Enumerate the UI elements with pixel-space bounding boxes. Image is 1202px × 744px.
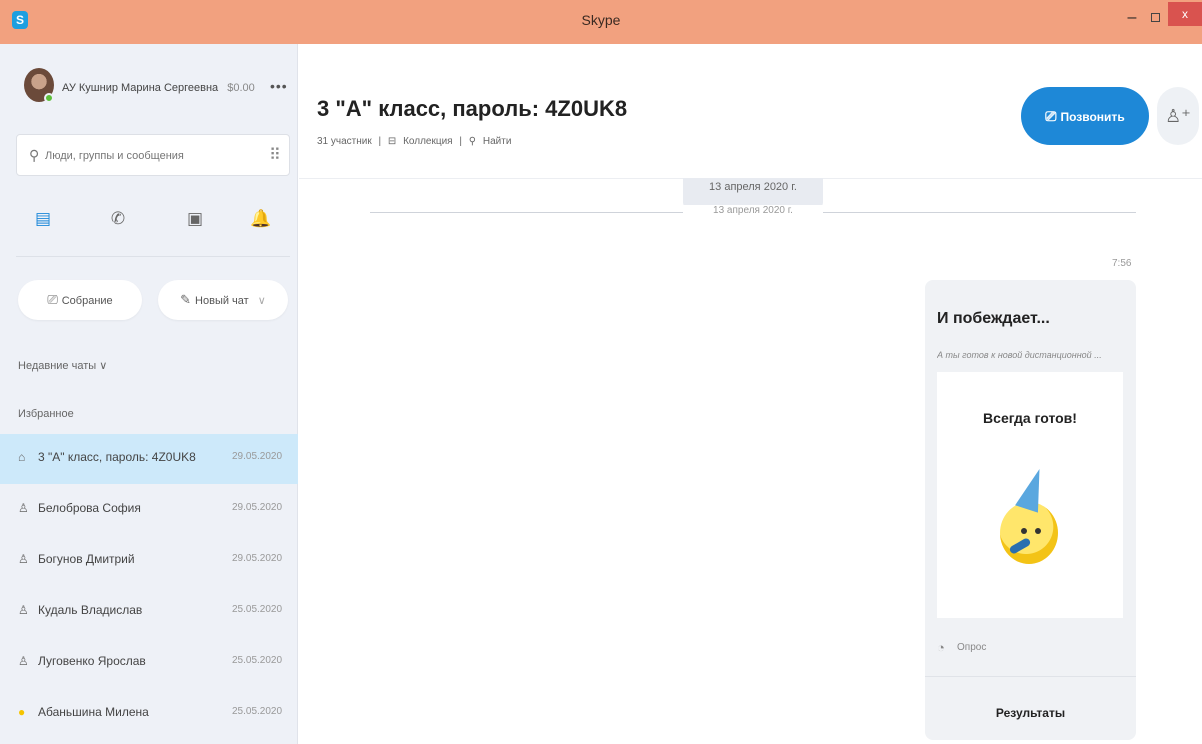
date-badge-text: 13 апреля 2020 г. — [709, 181, 797, 193]
favorites-header: Избранное — [18, 408, 74, 420]
chat-name: Богунов Дмитрий — [38, 552, 135, 566]
search-box[interactable]: ⚲ ⠿ — [16, 134, 290, 176]
minimize-button[interactable]: – — [1124, 8, 1140, 28]
poll-winning-option: Всегда готов! — [983, 410, 1077, 426]
message-timestamp: 7:56 — [1112, 258, 1132, 269]
person-icon: ♙ — [18, 654, 29, 668]
chat-date: 29.05.2020 — [232, 502, 283, 513]
poll-title: И побеждает... — [937, 310, 1050, 327]
party-hat-icon — [1015, 465, 1051, 513]
chat-date: 25.05.2020 — [232, 604, 283, 615]
sidebar: АУ Кушнир Марина Сергеевна $0.00 ••• ⚲ ⠿… — [0, 44, 298, 744]
search-input[interactable] — [45, 146, 245, 166]
chat-name: Белоброва София — [38, 501, 141, 515]
new-chat-button[interactable]: ✎ Новый чат ∨ — [158, 280, 288, 320]
poll-card[interactable]: И побеждает... А ты готов к новой дистан… — [925, 280, 1136, 740]
list-item[interactable]: ♙ Богунов Дмитрий 29.05.2020 — [0, 536, 298, 586]
compose-icon: ✎ — [180, 292, 192, 307]
meeting-button[interactable]: ⎚ Собрание — [18, 280, 142, 320]
page-title[interactable]: 3 "А" класс, пароль: 4Z0UK8 — [317, 96, 627, 122]
results-button[interactable]: Результаты — [925, 706, 1136, 720]
chat-date: 29.05.2020 — [232, 451, 283, 462]
list-item[interactable]: ♙ Луговенко Ярослав 25.05.2020 — [0, 638, 298, 688]
profile-name-text: АУ Кушнир Марина Сергеевна — [62, 82, 219, 94]
list-item[interactable]: ⌂ 3 "А" класс, пароль: 4Z0UK8 29.05.2020 — [0, 434, 298, 484]
meeting-label: Собрание — [61, 295, 113, 307]
nav-chats-icon[interactable]: ▤ — [28, 209, 58, 233]
chevron-down-icon: ∨ — [257, 295, 266, 307]
nav-bar: ▤ ✆ ▣ 🔔 — [0, 199, 298, 241]
conversation-subtitle: 31 участник | ⊟ Коллекция | ⚲ Найти — [317, 136, 515, 147]
video-camera-icon: ⎚ — [1045, 108, 1057, 124]
emoji-eye — [1021, 528, 1027, 534]
participants-link[interactable]: 31 участник — [317, 136, 372, 147]
separator: | — [378, 136, 382, 147]
chat-date: 29.05.2020 — [232, 553, 283, 564]
poll-type-label: Опрос — [957, 642, 987, 653]
more-options-icon[interactable]: ••• — [270, 78, 288, 94]
find-link[interactable]: Найти — [483, 136, 512, 147]
list-item[interactable]: ♙ Белоброва София 29.05.2020 — [0, 485, 298, 535]
nav-calls-icon[interactable]: ✆ — [103, 209, 133, 233]
profile-header[interactable]: АУ Кушнир Марина Сергеевна $0.00 ••• — [0, 44, 298, 132]
gallery-icon: ⊟ — [387, 136, 397, 147]
presence-online-icon — [44, 93, 54, 103]
separator: | — [459, 136, 462, 147]
chat-name: 3 "А" класс, пароль: 4Z0UK8 — [38, 450, 196, 464]
poll-question: А ты готов к новой дистанционной ... — [937, 350, 1102, 360]
maximize-button[interactable] — [1151, 13, 1160, 22]
divider — [16, 256, 290, 257]
status-away-icon: ● — [18, 705, 26, 719]
list-item[interactable]: ● Абаньшина Милена 25.05.2020 — [0, 689, 298, 739]
dialpad-icon[interactable]: ⠿ — [269, 145, 281, 165]
chat-name: Луговенко Ярослав — [38, 654, 146, 668]
chat-date: 25.05.2020 — [232, 706, 283, 717]
nav-notifications-icon[interactable]: 🔔 — [246, 209, 276, 233]
person-icon: ♙ — [18, 501, 29, 515]
group-icon: ⌂ — [18, 450, 26, 464]
divider — [823, 212, 1136, 213]
poll-icon: ◔ — [937, 640, 945, 655]
recent-chats-header[interactable]: Недавние чаты ∨ — [18, 359, 107, 372]
call-button[interactable]: ⎚ Позвонить — [1021, 87, 1149, 145]
title-bar: S Skype – x — [0, 0, 1202, 44]
new-chat-label: Новый чат — [195, 295, 249, 307]
emoji-eye — [1035, 528, 1041, 534]
person-icon: ♙ — [18, 552, 29, 566]
profile-name: АУ Кушнир Марина Сергеевна $0.00 — [62, 82, 255, 94]
search-icon: ⚲ — [468, 136, 477, 147]
search-icon: ⚲ — [29, 147, 40, 163]
add-person-button[interactable]: ♙⁺ — [1157, 87, 1199, 145]
nav-contacts-icon[interactable]: ▣ — [180, 209, 210, 233]
divider — [370, 212, 683, 213]
profile-balance: $0.00 — [227, 82, 255, 94]
list-item[interactable]: ♙ Кудаль Владислав 25.05.2020 — [0, 587, 298, 637]
party-emoji-icon — [1000, 502, 1058, 564]
divider — [925, 676, 1136, 677]
chat-name: Кудаль Владислав — [38, 603, 143, 617]
poll-result-panel: Всегда готов! — [937, 372, 1123, 618]
call-label: Позвонить — [1060, 110, 1125, 124]
close-button[interactable]: x — [1168, 2, 1202, 26]
date-separator: 13 апреля 2020 г. — [683, 205, 823, 216]
chat-date: 25.05.2020 — [232, 655, 283, 666]
add-person-icon: ♙⁺ — [1165, 106, 1191, 126]
chat-name: Абаньшина Милена — [38, 705, 149, 719]
person-icon: ♙ — [18, 603, 29, 617]
video-camera-icon: ⎚ — [47, 292, 58, 307]
conversation-header: 3 "А" класс, пароль: 4Z0UK8 31 участник … — [299, 44, 1202, 179]
collection-link[interactable]: Коллекция — [403, 136, 453, 147]
window-title: Skype — [581, 12, 621, 28]
